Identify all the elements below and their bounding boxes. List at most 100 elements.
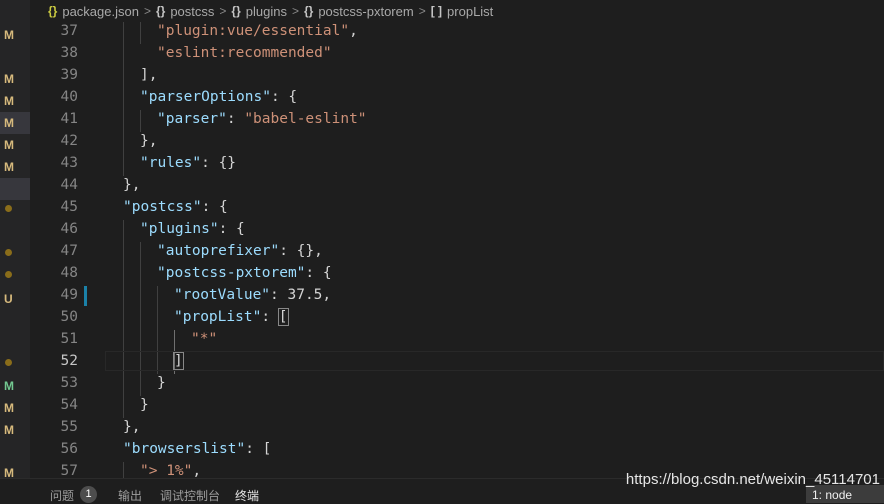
code-line: 40 "parserOptions": { bbox=[30, 86, 884, 108]
line-number: 41 bbox=[60, 111, 78, 127]
tab-output[interactable]: 输出 bbox=[118, 487, 142, 504]
code-punct: : bbox=[261, 309, 279, 325]
breadcrumb-item-postcss-pxtorem[interactable]: postcss-pxtorem bbox=[318, 4, 413, 19]
line-number: 46 bbox=[60, 221, 78, 237]
line-number: 49 bbox=[60, 287, 78, 303]
bracket-match: [ bbox=[277, 308, 289, 326]
code-string: "*" bbox=[191, 331, 218, 347]
code-key: "postcss" bbox=[123, 199, 202, 215]
code-punct: , bbox=[192, 463, 202, 478]
code-punct: : { bbox=[218, 221, 245, 237]
tab-debug-console[interactable]: 调试控制台 bbox=[160, 487, 220, 504]
code-line: 50 "propList": [ bbox=[30, 306, 884, 328]
git-modified-marker: M bbox=[4, 94, 14, 108]
code-line: 51 "*" bbox=[30, 328, 884, 350]
code-line: 54} bbox=[30, 394, 884, 416]
object-icon: {} bbox=[303, 4, 314, 18]
line-number: 45 bbox=[60, 199, 78, 215]
line-number: 40 bbox=[60, 89, 78, 105]
code-line: 46 "plugins": { bbox=[30, 218, 884, 240]
tab-terminal[interactable]: 终端 bbox=[235, 487, 259, 504]
problems-count-badge: 1 bbox=[80, 486, 97, 503]
code-editor[interactable]: 37 "plugin:vue/essential", 38 "eslint:reco… bbox=[30, 22, 884, 478]
git-selected-row bbox=[0, 178, 30, 200]
code-string: "babel-eslint" bbox=[244, 111, 367, 127]
git-modified-marker: M bbox=[4, 401, 14, 415]
code-line: 37 "plugin:vue/essential", bbox=[30, 22, 884, 42]
breadcrumb-item-plugins[interactable]: plugins bbox=[246, 4, 287, 19]
git-modified-marker: M bbox=[4, 160, 14, 174]
object-icon: {} bbox=[155, 4, 166, 18]
breadcrumb-item-postcss[interactable]: postcss bbox=[170, 4, 214, 19]
git-modified-marker: U bbox=[4, 292, 13, 306]
line-number: 51 bbox=[60, 331, 78, 347]
code-string: "plugin:vue/essential" bbox=[157, 23, 350, 39]
code-punct: : { bbox=[305, 265, 332, 281]
chevron-right-icon: > bbox=[291, 4, 299, 18]
code-key: "browserslist" bbox=[123, 441, 246, 457]
code-line: 42}, bbox=[30, 130, 884, 152]
code-line: 45 "postcss": { bbox=[30, 196, 884, 218]
git-modified-marker: M bbox=[0, 112, 30, 134]
code-key: "parser" bbox=[157, 111, 227, 127]
watermark-url: https://blog.csdn.net/weixin_45114701 bbox=[625, 471, 880, 488]
line-number: 50 bbox=[60, 309, 78, 325]
git-change-dot bbox=[5, 271, 12, 278]
code-key: "parserOptions" bbox=[140, 89, 271, 105]
line-number: 56 bbox=[60, 441, 78, 457]
git-change-dot bbox=[5, 359, 12, 366]
git-modified-marker: M bbox=[4, 138, 14, 152]
chevron-right-icon: > bbox=[219, 4, 227, 18]
git-modified-marker: M bbox=[4, 28, 14, 42]
bracket-match: ] bbox=[173, 352, 184, 370]
code-line: 39], bbox=[30, 64, 884, 86]
code-punct: }, bbox=[123, 419, 141, 435]
code-string: "> 1%" bbox=[140, 463, 193, 478]
code-line: 55}, bbox=[30, 416, 884, 438]
line-number: 57 bbox=[60, 463, 78, 478]
code-key: "autoprefixer" bbox=[157, 243, 280, 259]
source-control-gutter: M M M M M M U M M M M bbox=[0, 0, 30, 499]
line-number: 43 bbox=[60, 155, 78, 171]
code-punct: } bbox=[157, 375, 166, 391]
chevron-right-icon: > bbox=[418, 4, 426, 18]
line-number: 39 bbox=[60, 67, 78, 83]
array-icon: [ ] bbox=[430, 4, 443, 18]
json-file-icon: {} bbox=[48, 4, 58, 18]
code-punct: }, bbox=[140, 133, 158, 149]
breadcrumb-item-package-json[interactable]: package.json bbox=[62, 4, 139, 19]
code-line: 47 "autoprefixer": {}, bbox=[30, 240, 884, 262]
line-number: 38 bbox=[60, 45, 78, 61]
chevron-right-icon: > bbox=[143, 4, 151, 18]
tab-problems[interactable]: 问题 bbox=[50, 487, 74, 504]
code-punct: : bbox=[226, 111, 245, 127]
code-punct: ], bbox=[140, 67, 158, 83]
git-modified-marker: M bbox=[4, 72, 14, 86]
git-change-dot bbox=[5, 249, 12, 256]
code-line: 43 "rules": {} bbox=[30, 152, 884, 174]
code-punct: : 37.5, bbox=[270, 287, 332, 303]
line-number: 54 bbox=[60, 397, 78, 413]
code-punct: : [ bbox=[245, 441, 272, 457]
code-string: "eslint:recommended" bbox=[157, 45, 332, 61]
code-punct: : {}, bbox=[279, 243, 323, 259]
line-number: 44 bbox=[60, 177, 78, 193]
breadcrumb-item-proplist[interactable]: propList bbox=[447, 4, 493, 19]
code-punct: } bbox=[140, 397, 149, 413]
git-modified-marker: M bbox=[4, 423, 14, 437]
code-key: "propList" bbox=[174, 309, 262, 325]
object-icon: {} bbox=[231, 4, 241, 18]
code-line: 41 "parser": "babel-eslint" bbox=[30, 108, 884, 130]
breadcrumb: {} package.json > {} postcss > {} plugin… bbox=[30, 0, 884, 22]
code-punct: : { bbox=[270, 89, 298, 105]
git-untracked-marker: M bbox=[4, 379, 14, 393]
code-line: 49 "rootValue": 37.5, bbox=[30, 284, 884, 306]
code-line: 44}, bbox=[30, 174, 884, 196]
code-punct: }, bbox=[123, 177, 141, 193]
code-line: 48 "postcss-pxtorem": { bbox=[30, 262, 884, 284]
line-number: 47 bbox=[60, 243, 78, 259]
line-number: 52 bbox=[60, 353, 78, 369]
line-number: 42 bbox=[60, 133, 78, 149]
code-line: 53} bbox=[30, 372, 884, 394]
line-number: 48 bbox=[60, 265, 78, 281]
